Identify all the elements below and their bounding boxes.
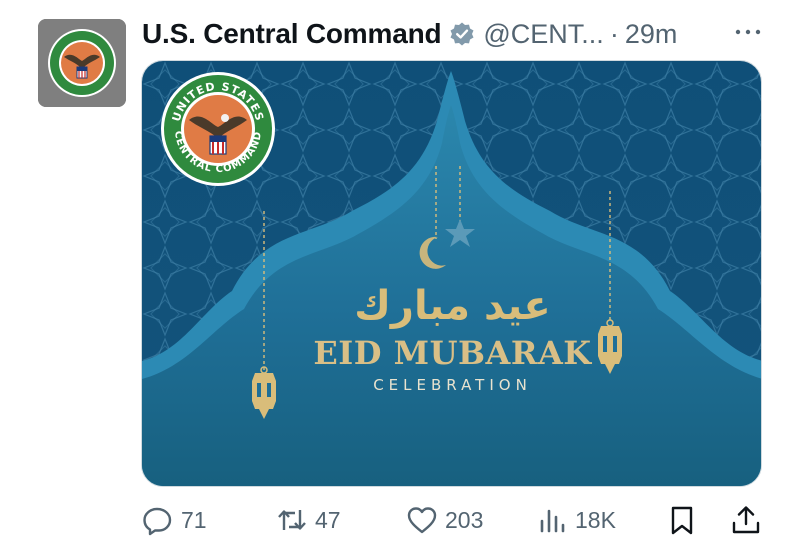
more-icon[interactable] xyxy=(732,22,764,42)
views-count: 18K xyxy=(575,506,616,533)
centcom-seal-avatar xyxy=(38,19,126,107)
tweet-header: U.S. Central Command @CENT... · 29m xyxy=(142,14,762,54)
display-name[interactable]: U.S. Central Command xyxy=(142,18,442,50)
like-button[interactable]: 203 xyxy=(405,498,483,542)
like-count: 203 xyxy=(445,506,484,533)
reply-count: 71 xyxy=(181,506,207,533)
centcom-seal-logo: UNITED STATES CENTRAL COMMAND xyxy=(161,72,275,186)
repost-icon xyxy=(278,510,306,530)
views-icon xyxy=(540,509,565,533)
reply-button[interactable]: 71 xyxy=(141,498,207,542)
avatar[interactable] xyxy=(38,19,126,107)
greeting-title: EID MUBARAK xyxy=(313,334,592,372)
arabic-greeting: عيد مبارك xyxy=(354,283,551,329)
heart-icon xyxy=(407,507,437,534)
handle[interactable]: @CENT... xyxy=(483,19,603,50)
views-button[interactable]: 18K xyxy=(535,498,616,542)
separator-dot: · xyxy=(609,18,619,49)
reply-icon xyxy=(143,507,172,536)
greeting-subtitle: CELEBRATION xyxy=(373,376,532,394)
repost-count: 47 xyxy=(315,506,341,533)
tweet-action-bar: 71 47 203 18K xyxy=(141,498,771,542)
share-icon xyxy=(732,506,760,534)
verified-badge-icon[interactable] xyxy=(449,21,475,47)
repost-button[interactable]: 47 xyxy=(275,498,341,542)
share-button[interactable] xyxy=(729,498,763,542)
tweet-media-image[interactable]: UNITED STATES CENTRAL COMMAND عيد مبارك … xyxy=(141,60,762,487)
timestamp[interactable]: 29m xyxy=(625,19,678,50)
bookmark-button[interactable] xyxy=(665,498,699,542)
bookmark-icon xyxy=(671,506,693,535)
